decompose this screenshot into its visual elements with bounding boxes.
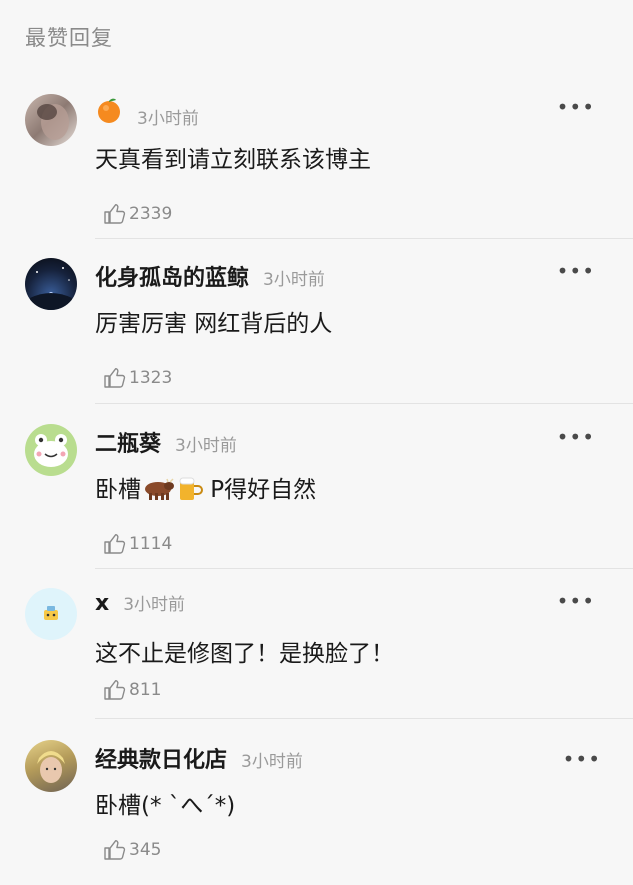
divider: [95, 718, 633, 719]
comment-text: 天真看到请立刻联系该博主: [95, 147, 371, 173]
more-options-button[interactable]: •••: [557, 591, 595, 611]
avatar[interactable]: [25, 424, 77, 476]
thumbs-up-icon: [104, 204, 126, 224]
avatar-photo-1: [37, 104, 69, 140]
comment-time: 3小时前: [137, 109, 199, 129]
username[interactable]: 化身孤岛的蓝鲸: [95, 260, 249, 292]
more-options-button[interactable]: •••: [557, 427, 595, 447]
avatar[interactable]: [25, 94, 77, 146]
comment-time: 3小时前: [123, 595, 186, 615]
username[interactable]: x: [95, 591, 109, 616]
comment-text: 厉害厉害 网红背后的人: [95, 311, 333, 337]
beer-emoji: [175, 474, 203, 508]
divider: [95, 568, 633, 569]
username[interactable]: 二瓶葵: [95, 426, 161, 458]
thumbs-up-icon: [104, 840, 126, 860]
avatar-frog: [34, 434, 68, 467]
avatar-night-sky: [30, 267, 72, 310]
comment-time: 3小时前: [263, 270, 325, 290]
comment-time: 3小时前: [241, 752, 303, 772]
like-count: 345: [129, 840, 162, 860]
cow-emoji: [141, 475, 175, 507]
avatar-cartoon: [44, 606, 58, 620]
username[interactable]: 经典款日化店: [95, 742, 227, 774]
comment-text: 卧槽 P得好自然: [95, 470, 316, 508]
like-count: 2339: [129, 204, 173, 224]
thumbs-up-icon: [104, 534, 126, 554]
section-title: 最赞回复: [25, 26, 113, 50]
more-options-button[interactable]: •••: [563, 749, 601, 769]
avatar[interactable]: [25, 258, 77, 310]
comment-text-prefix: 卧槽: [95, 477, 141, 503]
more-options-button[interactable]: •••: [557, 261, 595, 281]
thumbs-up-icon: [104, 368, 126, 388]
comment-time: 3小时前: [175, 436, 237, 456]
like-button[interactable]: 2339: [103, 202, 172, 226]
more-options-button[interactable]: •••: [557, 97, 595, 117]
comment-text: 卧槽(* `へ´*): [95, 793, 236, 819]
like-button[interactable]: 1323: [103, 366, 172, 390]
divider: [95, 238, 633, 239]
like-count: 811: [129, 680, 162, 700]
like-count: 1323: [129, 368, 173, 388]
like-button[interactable]: 811: [103, 678, 161, 702]
avatar[interactable]: [25, 588, 77, 640]
orange-icon: [95, 96, 123, 128]
thumbs-up-icon: [104, 680, 126, 700]
comment-text: 这不止是修图了！是换脸了！: [95, 641, 394, 667]
avatar[interactable]: [25, 740, 77, 792]
avatar-person: [37, 751, 65, 783]
comment-text-suffix: P得好自然: [203, 477, 317, 503]
divider: [95, 403, 633, 404]
like-count: 1114: [129, 534, 173, 554]
like-button[interactable]: 1114: [103, 532, 172, 556]
like-button[interactable]: 345: [103, 838, 161, 862]
